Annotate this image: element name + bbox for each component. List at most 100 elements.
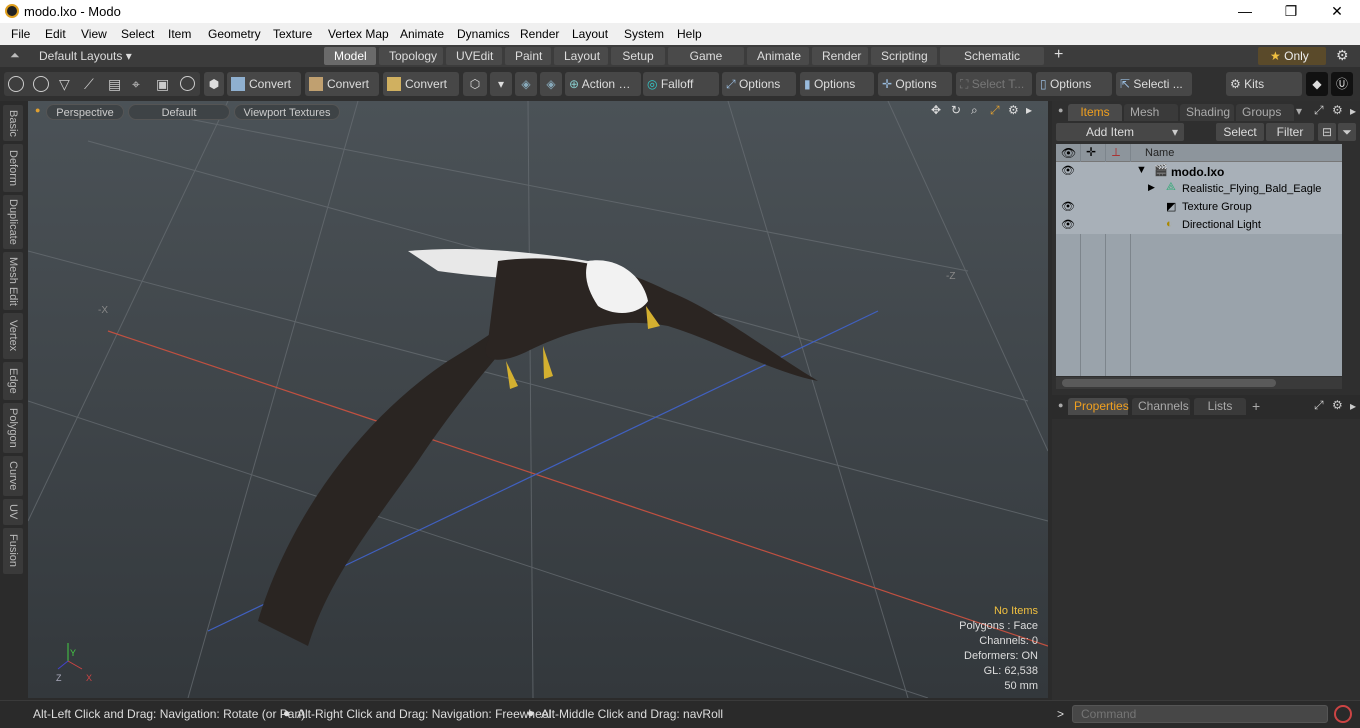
- tab-channels[interactable]: Channels: [1132, 398, 1190, 415]
- edge-mode-icon[interactable]: ⟋: [84, 72, 94, 96]
- menu-view[interactable]: View: [81, 27, 107, 41]
- selection-sets-button[interactable]: ⇱ Selecti ...: [1116, 72, 1192, 96]
- tab-mesh[interactable]: Mesh ...: [1124, 104, 1178, 136]
- polygon-mode-icon[interactable]: ▤: [108, 72, 121, 96]
- viewport-gear-icon[interactable]: ⚙: [1008, 103, 1019, 117]
- gear-icon[interactable]: ⚙: [1336, 47, 1349, 64]
- only-toggle[interactable]: ★ Only: [1258, 47, 1326, 65]
- tab-items[interactable]: Items: [1068, 104, 1122, 121]
- expand-arrow-icon[interactable]: ▶: [1148, 182, 1155, 193]
- tab-render[interactable]: Render: [812, 47, 868, 65]
- unreal-icon[interactable]: Ⓤ: [1331, 72, 1353, 96]
- expand-icon[interactable]: ⤢: [1314, 398, 1324, 413]
- kits-button[interactable]: ⚙ Kits: [1226, 72, 1302, 96]
- menu-render[interactable]: Render: [520, 27, 559, 41]
- tab-paint[interactable]: Paint: [505, 47, 551, 65]
- menu-help[interactable]: Help: [677, 27, 702, 41]
- close-button[interactable]: ✕: [1314, 0, 1360, 23]
- panel-gear-icon[interactable]: ⚙: [1332, 103, 1343, 117]
- material-mode-icon[interactable]: ▣: [156, 72, 169, 96]
- falloff-button[interactable]: ◎ Falloff: [643, 72, 719, 96]
- tab-scripting[interactable]: Scripting: [871, 47, 937, 65]
- minimize-button[interactable]: —: [1222, 0, 1268, 23]
- item-mode-icon[interactable]: ⌖: [132, 72, 140, 96]
- vertex-mode-icon[interactable]: ▽: [59, 72, 70, 96]
- tab-polygon[interactable]: Polygon: [3, 403, 23, 453]
- menu-system[interactable]: System: [624, 27, 664, 41]
- cube-icon[interactable]: ⬢: [204, 72, 224, 96]
- panel-menu-icon[interactable]: ●: [1058, 105, 1063, 115]
- tab-groups[interactable]: Groups: [1236, 104, 1294, 121]
- tab-uv[interactable]: UV: [3, 499, 23, 525]
- tab-duplicate[interactable]: Duplicate: [3, 195, 23, 249]
- options-button-2[interactable]: ▮ Options: [800, 72, 874, 96]
- circle-select-icon[interactable]: [8, 76, 24, 92]
- collapse-icon[interactable]: ⏶: [10, 48, 20, 63]
- convert-button-2[interactable]: Convert: [305, 72, 379, 96]
- eye-icon[interactable]: 👁: [1061, 200, 1075, 213]
- item-row-directional-light[interactable]: 👁 ◐ Directional Light: [1056, 216, 1342, 234]
- tab-schematic-fusion[interactable]: Schematic Fusion: [940, 47, 1044, 81]
- eye-icon[interactable]: 👁: [1061, 218, 1075, 231]
- unity-icon[interactable]: ◆: [1306, 72, 1328, 96]
- menu-item[interactable]: Item: [168, 27, 191, 41]
- tab-game-tools[interactable]: Game Tools: [668, 47, 744, 81]
- menu-layout[interactable]: Layout: [572, 27, 608, 41]
- maximize-button[interactable]: ❐: [1268, 0, 1314, 23]
- menu-dynamics[interactable]: Dynamics: [457, 27, 510, 41]
- tab-curve[interactable]: Curve: [3, 456, 23, 496]
- tab-shading[interactable]: Shading: [1180, 104, 1234, 121]
- options-button-1[interactable]: ⤢ Options: [722, 72, 796, 96]
- scrollbar-thumb[interactable]: [1062, 379, 1276, 387]
- default-layouts-dropdown[interactable]: Default Layouts ▾: [39, 49, 132, 63]
- select-t-button[interactable]: ⛶ Select T...: [956, 72, 1032, 96]
- chevron-down-icon[interactable]: ▾: [490, 72, 512, 96]
- menu-animate[interactable]: Animate: [400, 27, 444, 41]
- tab-deform[interactable]: Deform: [3, 144, 23, 192]
- convert-button-1[interactable]: Convert: [227, 72, 301, 96]
- menu-file[interactable]: File: [11, 27, 30, 41]
- panel-menu-icon[interactable]: ●: [1058, 400, 1063, 410]
- box-icon[interactable]: ⬡: [463, 72, 487, 96]
- select-button[interactable]: Select: [1216, 123, 1264, 141]
- expand-arrow-icon[interactable]: ▼: [1136, 164, 1147, 176]
- menu-edit[interactable]: Edit: [45, 27, 66, 41]
- tab-lists[interactable]: Lists: [1194, 398, 1246, 415]
- item-row-modo-lxo[interactable]: 👁 ▼ 🎬 modo.lxo: [1056, 162, 1342, 180]
- panel-gear-icon[interactable]: ⚙: [1332, 398, 1343, 412]
- collapse-all-icon[interactable]: ⊟: [1318, 123, 1336, 141]
- pivot-mode-icon[interactable]: [180, 76, 195, 91]
- tab-model[interactable]: Model: [324, 47, 376, 65]
- options-button-3[interactable]: ✛ Options: [878, 72, 952, 96]
- tab-vertex[interactable]: Vertex: [3, 313, 23, 359]
- viewport-textures-dropdown[interactable]: Viewport Textures: [234, 104, 340, 120]
- tab-topology[interactable]: Topology: [379, 47, 443, 65]
- tab-fusion[interactable]: Fusion: [3, 528, 23, 574]
- shading-dropdown[interactable]: Default: [128, 104, 230, 120]
- filter-button[interactable]: Filter: [1266, 123, 1314, 141]
- tab-layout[interactable]: Layout: [554, 47, 608, 65]
- eye-icon[interactable]: 👁: [1061, 164, 1075, 177]
- add-tab-button[interactable]: +: [1054, 46, 1063, 64]
- tab-setup[interactable]: Setup: [611, 47, 665, 65]
- rotate-icon[interactable]: ↻: [951, 103, 961, 117]
- action-center-button[interactable]: ⊕ Action …: [565, 72, 641, 96]
- menu-vertex-map[interactable]: Vertex Map: [328, 27, 389, 41]
- perspective-dropdown[interactable]: Perspective: [46, 104, 124, 120]
- item-list-scrollbar[interactable]: [1056, 377, 1342, 389]
- panel-more-icon[interactable]: ▸: [1350, 104, 1356, 118]
- add-tab-button[interactable]: +: [1252, 398, 1260, 414]
- shield-icon[interactable]: ◈: [515, 72, 537, 96]
- tab-uvedit[interactable]: UVEdit: [446, 47, 502, 65]
- pan-icon[interactable]: ✥: [931, 103, 941, 117]
- panel-dropdown-icon[interactable]: ▾: [1296, 104, 1302, 118]
- globe-icon[interactable]: [33, 76, 49, 92]
- menu-texture[interactable]: Texture: [273, 27, 312, 41]
- tab-properties[interactable]: Properties: [1068, 398, 1129, 415]
- fit-icon[interactable]: ⤢: [990, 103, 1000, 118]
- symmetry-icon[interactable]: ◈: [540, 72, 562, 96]
- item-row-eagle[interactable]: ▶ ⟁ Realistic_Flying_Bald_Eagle: [1056, 180, 1342, 198]
- item-row-texture-group[interactable]: 👁 ◩ Texture Group: [1056, 198, 1342, 216]
- tab-animate[interactable]: Animate: [747, 47, 809, 65]
- options-button-4[interactable]: ▯ Options: [1036, 72, 1112, 96]
